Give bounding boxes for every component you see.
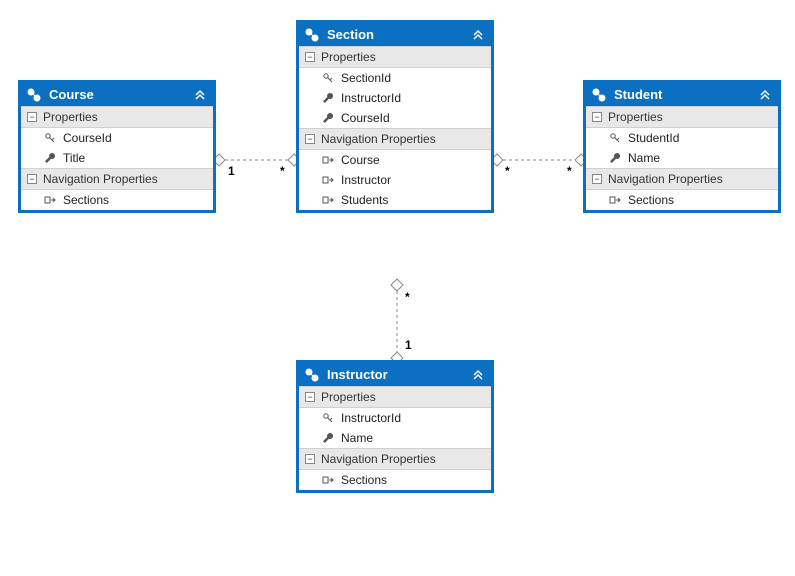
cardinality-instructor-side: 1: [405, 338, 412, 352]
property-row[interactable]: Name: [299, 428, 491, 448]
minus-icon[interactable]: −: [305, 134, 315, 144]
property-label: InstructorId: [341, 411, 401, 425]
entity-section[interactable]: Section − Properties SectionId Instructo…: [296, 20, 494, 213]
minus-icon[interactable]: −: [27, 174, 37, 184]
navigation-property-icon: [43, 194, 57, 206]
entity-header[interactable]: Instructor: [299, 363, 491, 386]
class-icon: [592, 88, 606, 102]
wrench-icon: [43, 152, 57, 164]
group-label: Navigation Properties: [321, 452, 436, 466]
navprop-label: Sections: [628, 193, 674, 207]
entity-course[interactable]: Course − Properties CourseId Title − Nav…: [18, 80, 216, 213]
class-icon: [305, 28, 319, 42]
entity-instructor[interactable]: Instructor − Properties InstructorId Nam…: [296, 360, 494, 493]
cardinality-section-right-side: *: [505, 164, 510, 178]
navigation-property-icon: [321, 474, 335, 486]
navprops-group-header[interactable]: − Navigation Properties: [299, 128, 491, 150]
minus-icon[interactable]: −: [592, 174, 602, 184]
group-label: Properties: [321, 390, 376, 404]
navprop-row[interactable]: Sections: [586, 190, 778, 210]
navigation-property-icon: [321, 154, 335, 166]
key-icon: [608, 132, 622, 144]
property-label: StudentId: [628, 131, 679, 145]
navprop-row[interactable]: Course: [299, 150, 491, 170]
properties-group-header[interactable]: − Properties: [21, 106, 213, 128]
navprop-label: Instructor: [341, 173, 391, 187]
entity-title: Student: [614, 87, 758, 102]
class-icon: [305, 368, 319, 382]
navigation-property-icon: [321, 194, 335, 206]
property-row[interactable]: SectionId: [299, 68, 491, 88]
property-row[interactable]: Title: [21, 148, 213, 168]
entity-header[interactable]: Student: [586, 83, 778, 106]
navprop-row[interactable]: Instructor: [299, 170, 491, 190]
property-label: Name: [628, 151, 660, 165]
navigation-property-icon: [321, 174, 335, 186]
entity-header[interactable]: Course: [21, 83, 213, 106]
property-label: InstructorId: [341, 91, 401, 105]
minus-icon[interactable]: −: [305, 392, 315, 402]
wrench-icon: [608, 152, 622, 164]
group-label: Navigation Properties: [43, 172, 158, 186]
navprops-group-header[interactable]: − Navigation Properties: [299, 448, 491, 470]
key-icon: [43, 132, 57, 144]
property-label: SectionId: [341, 71, 391, 85]
navprops-group-header[interactable]: − Navigation Properties: [586, 168, 778, 190]
chevron-double-up-icon[interactable]: [758, 88, 772, 102]
navigation-property-icon: [608, 194, 622, 206]
property-row[interactable]: Name: [586, 148, 778, 168]
chevron-double-up-icon[interactable]: [471, 28, 485, 42]
navprop-row[interactable]: Students: [299, 190, 491, 210]
cardinality-course-side: 1: [228, 164, 235, 178]
class-icon: [27, 88, 41, 102]
navprop-label: Sections: [341, 473, 387, 487]
key-icon: [321, 72, 335, 84]
entity-title: Section: [327, 27, 471, 42]
entity-title: Course: [49, 87, 193, 102]
property-row[interactable]: CourseId: [299, 108, 491, 128]
minus-icon[interactable]: −: [305, 52, 315, 62]
cardinality-student-side: *: [567, 164, 572, 178]
property-row[interactable]: StudentId: [586, 128, 778, 148]
navprop-label: Sections: [63, 193, 109, 207]
property-label: Title: [63, 151, 85, 165]
chevron-double-up-icon[interactable]: [471, 368, 485, 382]
wrench-icon: [321, 92, 335, 104]
navprop-label: Students: [341, 193, 388, 207]
cardinality-section-bottom-side: *: [405, 290, 410, 304]
property-label: Name: [341, 431, 373, 445]
relation-course-section: [213, 154, 300, 166]
entity-header[interactable]: Section: [299, 23, 491, 46]
property-label: CourseId: [341, 111, 390, 125]
entity-student[interactable]: Student − Properties StudentId Name − Na…: [583, 80, 781, 213]
wrench-icon: [321, 112, 335, 124]
chevron-double-up-icon[interactable]: [193, 88, 207, 102]
navprop-row[interactable]: Sections: [299, 470, 491, 490]
minus-icon[interactable]: −: [27, 112, 37, 122]
group-label: Properties: [321, 50, 376, 64]
entity-title: Instructor: [327, 367, 471, 382]
diagram-canvas[interactable]: 1 * * * * 1 Course − Properties CourseId…: [0, 0, 795, 576]
key-icon: [321, 412, 335, 424]
wrench-icon: [321, 432, 335, 444]
group-label: Properties: [43, 110, 98, 124]
properties-group-header[interactable]: − Properties: [299, 386, 491, 408]
group-label: Properties: [608, 110, 663, 124]
navprop-label: Course: [341, 153, 380, 167]
minus-icon[interactable]: −: [305, 454, 315, 464]
navprop-row[interactable]: Sections: [21, 190, 213, 210]
group-label: Navigation Properties: [608, 172, 723, 186]
properties-group-header[interactable]: − Properties: [299, 46, 491, 68]
property-row[interactable]: CourseId: [21, 128, 213, 148]
relation-section-instructor: [391, 279, 403, 364]
navprops-group-header[interactable]: − Navigation Properties: [21, 168, 213, 190]
group-label: Navigation Properties: [321, 132, 436, 146]
properties-group-header[interactable]: − Properties: [586, 106, 778, 128]
cardinality-section-left-side: *: [280, 164, 285, 178]
minus-icon[interactable]: −: [592, 112, 602, 122]
property-label: CourseId: [63, 131, 112, 145]
property-row[interactable]: InstructorId: [299, 88, 491, 108]
property-row[interactable]: InstructorId: [299, 408, 491, 428]
